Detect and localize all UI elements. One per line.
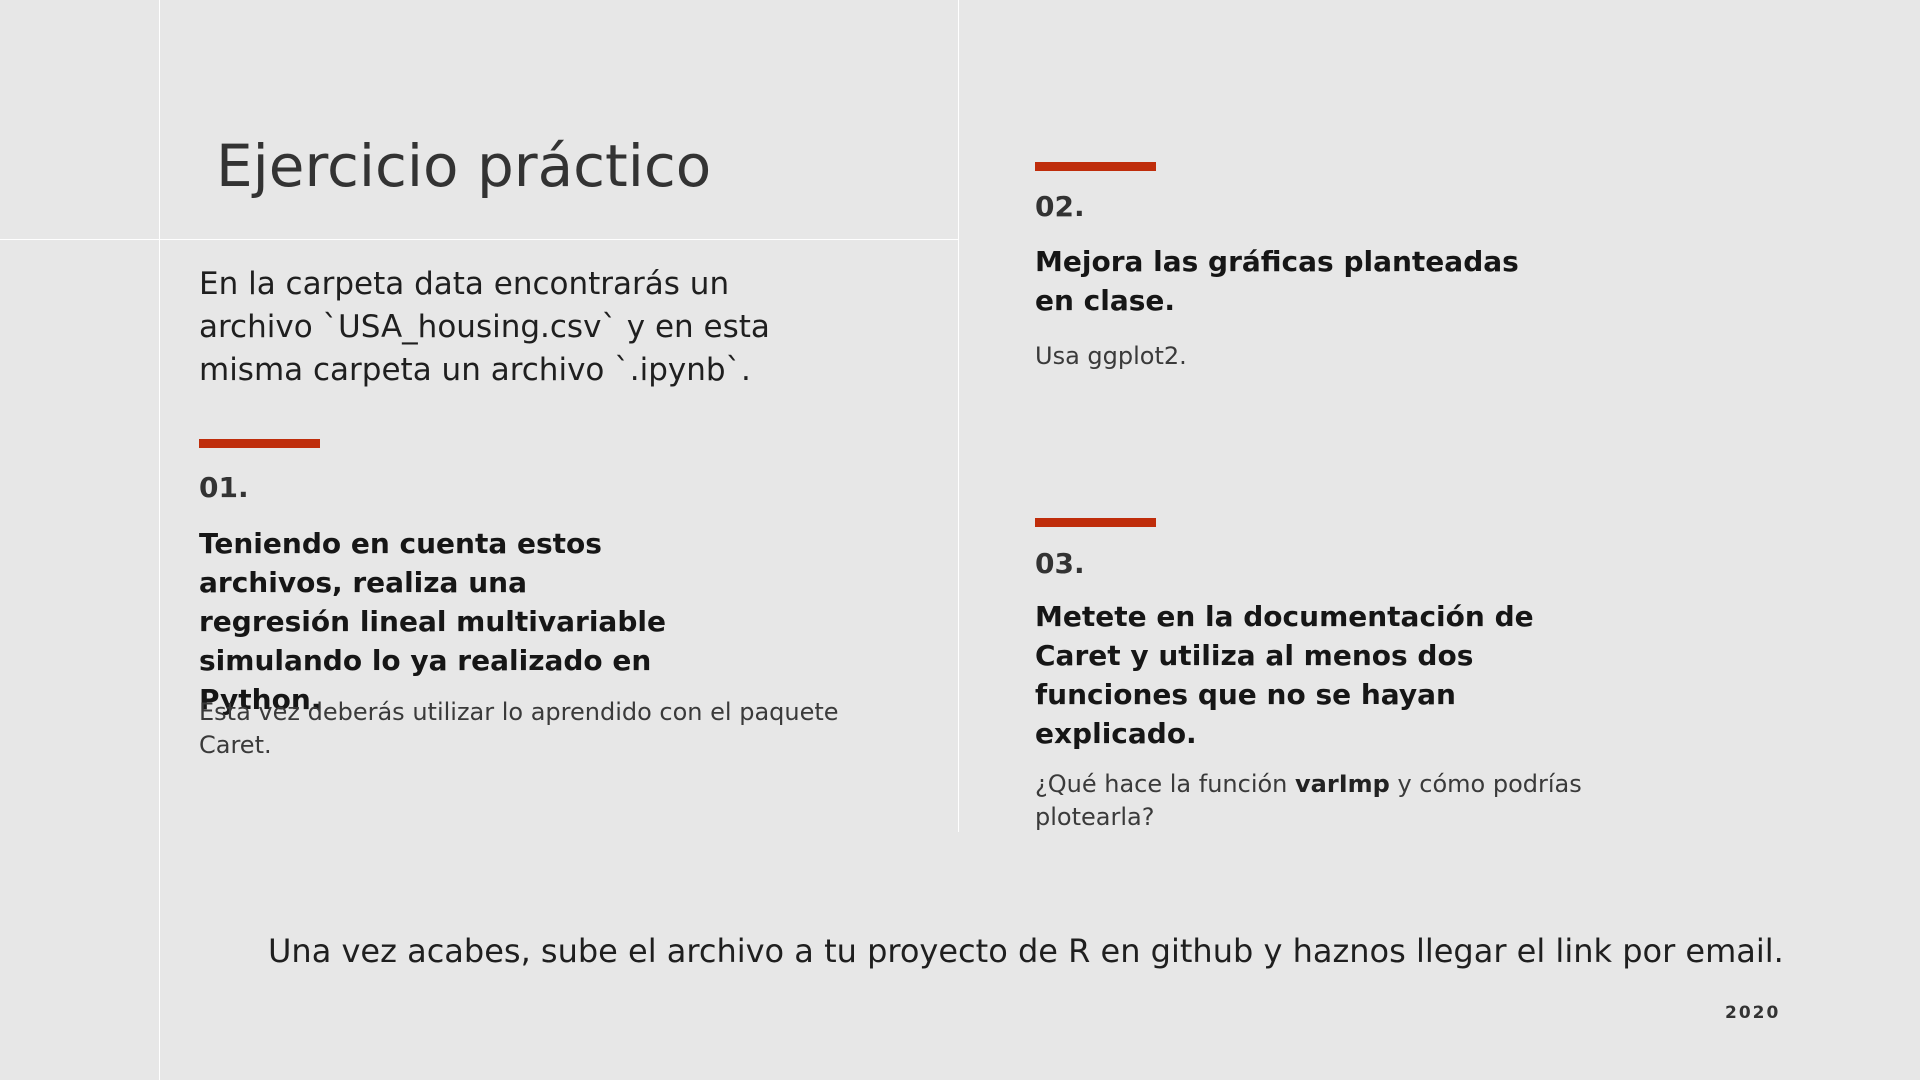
slide-title: Ejercicio práctico [216,132,712,200]
footer-instruction: Una vez acabes, sube el archivo a tu pro… [268,932,1784,970]
grid-line-vertical-left [159,0,160,1080]
intro-text: En la carpeta data encontrarás un archiv… [199,266,770,388]
item-03-body-prefix: ¿Qué hace la función [1035,770,1296,798]
item-03-body: ¿Qué hace la función varImp y cómo podrí… [1035,768,1595,834]
item-02-heading: Mejora las gráficas planteadas en clase. [1035,245,1519,317]
item-03-body-function-name: varImp [1295,770,1390,798]
item-02-body: Usa ggplot2. [1035,342,1187,370]
item-02-number: 02. [1035,190,1085,223]
grid-line-vertical-center [958,0,959,832]
item-01-number: 01. [199,471,249,504]
item-03-number: 03. [1035,547,1085,580]
item-03-accent-bar [1035,518,1156,527]
item-01-body: Esta vez deberás utilizar lo aprendido c… [199,698,839,759]
item-03-heading: Metete en la documentación de Caret y ut… [1035,600,1534,750]
item-01-accent-bar [199,439,320,448]
grid-line-horizontal [0,239,959,240]
year-label: 2020 [1725,1003,1781,1023]
item-01-heading: Teniendo en cuenta estos archivos, reali… [199,527,666,716]
item-02-accent-bar [1035,162,1156,171]
